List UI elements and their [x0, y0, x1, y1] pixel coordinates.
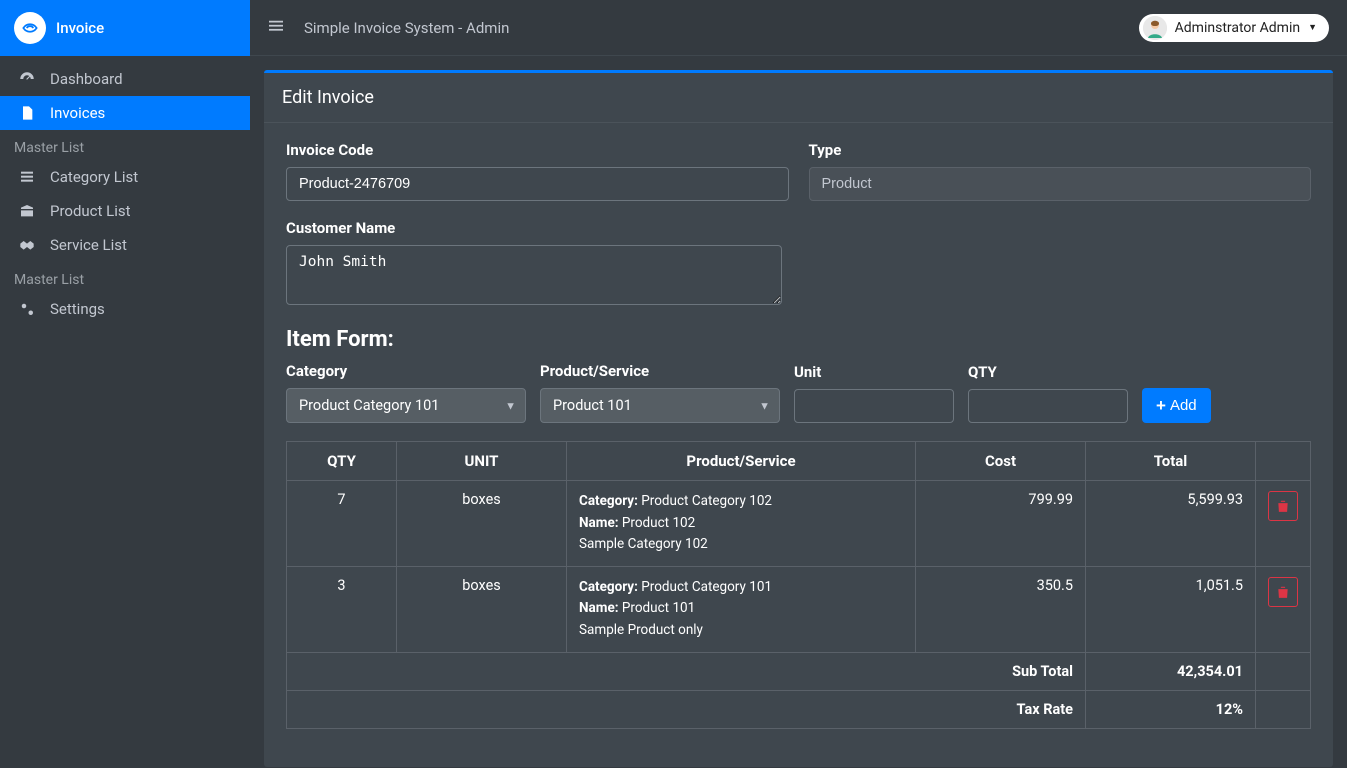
item-form-title: Item Form: [286, 327, 1311, 352]
user-menu[interactable]: Adminstrator Admin ▼ [1139, 14, 1329, 42]
cell-unit: boxes [397, 566, 567, 652]
cell-unit: boxes [397, 481, 567, 567]
topbar-title: Simple Invoice System - Admin [304, 19, 509, 37]
customer-name-input[interactable]: John Smith [286, 245, 782, 305]
nav-section-master-list-2: Master List [0, 262, 250, 292]
page-title: Edit Invoice [264, 73, 1333, 123]
taxrate-value: 12% [1086, 690, 1256, 728]
qty-label: QTY [968, 363, 1128, 381]
sidebar-item-label: Service List [50, 236, 127, 254]
gauge-icon [16, 70, 38, 88]
delete-row-button[interactable] [1268, 577, 1298, 607]
cell-cost: 799.99 [916, 481, 1086, 567]
brand-title: Invoice [56, 19, 104, 37]
edit-invoice-card: Edit Invoice Invoice Code Type [264, 70, 1333, 767]
qty-input[interactable] [968, 389, 1128, 423]
sidebar: Invoice Dashboard Invoices Master List [0, 0, 250, 768]
sidebar-item-label: Invoices [50, 104, 105, 122]
user-name: Adminstrator Admin [1175, 20, 1300, 36]
cell-cost: 350.5 [916, 566, 1086, 652]
trash-icon [1276, 585, 1290, 599]
handshake-icon [16, 237, 38, 253]
col-qty: QTY [287, 442, 397, 481]
sidebar-item-product-list[interactable]: Product List [0, 194, 250, 228]
invoice-code-label: Invoice Code [286, 141, 789, 159]
col-unit: UNIT [397, 442, 567, 481]
sidebar-item-category-list[interactable]: Category List [0, 160, 250, 194]
type-input [809, 167, 1312, 201]
table-row: 7boxesCategory: Product Category 102Name… [287, 481, 1311, 567]
col-total: Total [1086, 442, 1256, 481]
product-label: Product/Service [540, 362, 780, 380]
caret-down-icon: ▼ [1308, 22, 1317, 33]
items-table: QTY UNIT Product/Service Cost Total 7box… [286, 441, 1311, 729]
sidebar-item-invoices[interactable]: Invoices [0, 96, 250, 130]
menu-toggle-icon[interactable] [268, 19, 284, 37]
cell-total: 5,599.93 [1086, 481, 1256, 567]
sidebar-item-settings[interactable]: Settings [0, 292, 250, 326]
box-icon [16, 203, 38, 219]
delete-row-button[interactable] [1268, 491, 1298, 521]
subtotal-value: 42,354.01 [1086, 652, 1256, 690]
nav-section-master-list-1: Master List [0, 130, 250, 160]
category-select[interactable]: Product Category 101 [286, 388, 526, 423]
avatar-icon [1143, 16, 1167, 40]
brand[interactable]: Invoice [0, 0, 250, 56]
plus-icon: + [1156, 397, 1166, 414]
main: Simple Invoice System - Admin Adminstrat… [250, 0, 1347, 768]
category-label: Category [286, 362, 526, 380]
sidebar-item-service-list[interactable]: Service List [0, 228, 250, 262]
add-button[interactable]: + Add [1142, 388, 1211, 423]
taxrate-label: Tax Rate [287, 690, 1086, 728]
sidebar-item-label: Product List [50, 202, 131, 220]
trash-icon [1276, 499, 1290, 513]
topbar: Simple Invoice System - Admin Adminstrat… [250, 0, 1347, 56]
list-icon [16, 169, 38, 185]
type-label: Type [809, 141, 1312, 159]
table-row: 3boxesCategory: Product Category 101Name… [287, 566, 1311, 652]
nav: Dashboard Invoices Master List Category … [0, 56, 250, 326]
sidebar-item-label: Category List [50, 168, 138, 186]
invoice-code-input[interactable] [286, 167, 789, 201]
cell-product: Category: Product Category 101Name: Prod… [567, 566, 916, 652]
sidebar-item-label: Settings [50, 300, 105, 318]
customer-name-label: Customer Name [286, 219, 782, 237]
subtotal-label: Sub Total [287, 652, 1086, 690]
col-product: Product/Service [567, 442, 916, 481]
file-icon [16, 104, 38, 122]
add-button-label: Add [1170, 397, 1197, 414]
sidebar-item-dashboard[interactable]: Dashboard [0, 62, 250, 96]
col-cost: Cost [916, 442, 1086, 481]
brand-logo-icon [14, 12, 46, 44]
unit-label: Unit [794, 363, 954, 381]
gears-icon [16, 300, 38, 318]
unit-input[interactable] [794, 389, 954, 423]
cell-qty: 3 [287, 566, 397, 652]
cell-product: Category: Product Category 102Name: Prod… [567, 481, 916, 567]
cell-qty: 7 [287, 481, 397, 567]
sidebar-item-label: Dashboard [50, 70, 123, 88]
product-select[interactable]: Product 101 [540, 388, 780, 423]
cell-total: 1,051.5 [1086, 566, 1256, 652]
